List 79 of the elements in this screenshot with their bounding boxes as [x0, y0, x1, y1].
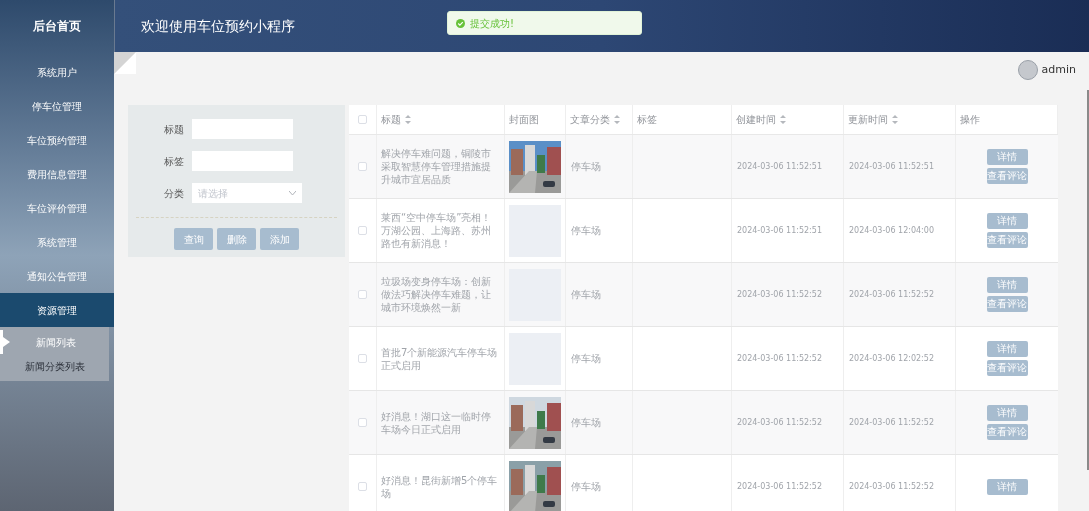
check-circle-icon	[456, 18, 465, 28]
action-button[interactable]: 查看评论	[986, 296, 1028, 312]
submenu-item[interactable]: 新闻列表	[0, 330, 109, 354]
column-header: 更新时间	[848, 113, 888, 127]
sidebar-title[interactable]: 后台首页	[33, 17, 81, 35]
sort-icon[interactable]	[780, 115, 786, 124]
checkbox[interactable]	[358, 482, 367, 491]
action-button[interactable]: 详情	[986, 405, 1028, 421]
checkbox[interactable]	[358, 354, 367, 363]
table-cell: 2024-03-06 11:52:52	[737, 416, 822, 429]
action-button[interactable]: 查看评论	[986, 168, 1028, 184]
fold-corner-icon[interactable]	[114, 52, 136, 74]
table-cell-text: 停车场	[571, 224, 601, 238]
checkbox[interactable]	[358, 226, 367, 235]
table-cell: 2024-03-06 11:52:52	[737, 480, 822, 493]
chevron-down-icon	[289, 191, 296, 195]
action-button[interactable]: 查看评论	[986, 360, 1028, 376]
column-header: 操作	[960, 113, 980, 127]
table-cell: 2024-03-06 11:52:51	[849, 160, 934, 173]
table-cell: 2024-03-06 12:04:00	[849, 224, 934, 237]
checkbox[interactable]	[358, 162, 367, 171]
table-cell-text: 停车场	[571, 480, 601, 494]
sidebar-item[interactable]: 系统用户	[0, 55, 114, 89]
toast-message: 提交成功!	[470, 16, 514, 31]
table-cell: 2024-03-06 11:52:52	[737, 352, 822, 365]
input-field[interactable]	[192, 119, 293, 139]
action-button[interactable]: 详情	[986, 213, 1028, 229]
scrollbar[interactable]	[1087, 90, 1089, 470]
field-label: 分类	[163, 186, 185, 201]
action-button[interactable]: 详情	[986, 341, 1028, 357]
sidebar-item[interactable]: 费用信息管理	[0, 157, 114, 191]
table-cell: 2024-03-06 11:52:52	[849, 288, 934, 301]
filter-button[interactable]: 添加	[260, 228, 299, 250]
table-cell-text: 停车场	[571, 288, 601, 302]
filter-button[interactable]: 删除	[217, 228, 256, 250]
table-cell: 2024-03-06 12:02:52	[849, 352, 934, 365]
sort-icon[interactable]	[892, 115, 898, 124]
sidebar-item[interactable]: 系统管理	[0, 225, 114, 259]
username[interactable]: admin	[1041, 61, 1076, 79]
field-label: 标题	[163, 122, 185, 137]
table-cell-text: 解决停车难问题，铜陵市采取智慧停车管理措施提升城市宜居品质	[381, 147, 492, 186]
table-cell: 2024-03-06 11:52:52	[849, 480, 934, 493]
sidebar-item[interactable]: 通知公告管理	[0, 259, 114, 293]
action-button[interactable]: 详情	[986, 149, 1028, 165]
submenu-item[interactable]: 新闻分类列表	[0, 354, 109, 378]
sidebar-item[interactable]: 车位评价管理	[0, 191, 114, 225]
checkbox[interactable]	[358, 418, 367, 427]
action-button[interactable]: 详情	[986, 478, 1028, 495]
table-cell-text: 停车场	[571, 352, 601, 366]
action-button[interactable]: 详情	[986, 277, 1028, 293]
selection-arrow-icon	[3, 337, 10, 347]
sort-icon[interactable]	[614, 115, 620, 124]
table-cell: 2024-03-06 11:52:51	[737, 160, 822, 173]
table-cell-text: 停车场	[571, 416, 601, 430]
column-header: 标签	[637, 113, 657, 127]
checkbox[interactable]	[358, 115, 367, 124]
sort-icon[interactable]	[405, 115, 411, 124]
sidebar-item[interactable]: 资源管理	[0, 293, 114, 327]
header-title: 欢迎使用车位预约小程序	[141, 16, 295, 36]
field-label: 标签	[163, 154, 185, 169]
table-cell-text: 停车场	[571, 160, 601, 174]
table-cell-text: 首批7个新能源汽车停车场正式启用	[381, 345, 499, 372]
column-header: 封面图	[509, 113, 539, 127]
action-button[interactable]: 查看评论	[986, 424, 1028, 440]
table-cell: 2024-03-06 11:52:52	[737, 288, 822, 301]
action-button[interactable]: 查看评论	[986, 232, 1028, 248]
sidebar-item[interactable]: 停车位管理	[0, 89, 114, 123]
table-cell: 2024-03-06 11:52:51	[737, 224, 822, 237]
avatar-icon[interactable]	[1017, 60, 1038, 80]
table-cell-text: 莱西“空中停车场”亮相！万湖公园、上海路、苏州路也有新消息！	[381, 211, 493, 250]
table-cell: 2024-03-06 11:52:52	[849, 416, 934, 429]
sidebar-item[interactable]: 车位预约管理	[0, 123, 114, 157]
column-header: 创建时间	[736, 113, 776, 127]
column-header: 文章分类	[570, 113, 610, 127]
column-header: 标题	[381, 113, 401, 127]
filter-button[interactable]: 查询	[174, 228, 213, 250]
table-cell-text: 好消息！昆街新增5个停车场	[381, 473, 499, 500]
checkbox[interactable]	[358, 290, 367, 299]
input-field[interactable]	[192, 151, 293, 171]
